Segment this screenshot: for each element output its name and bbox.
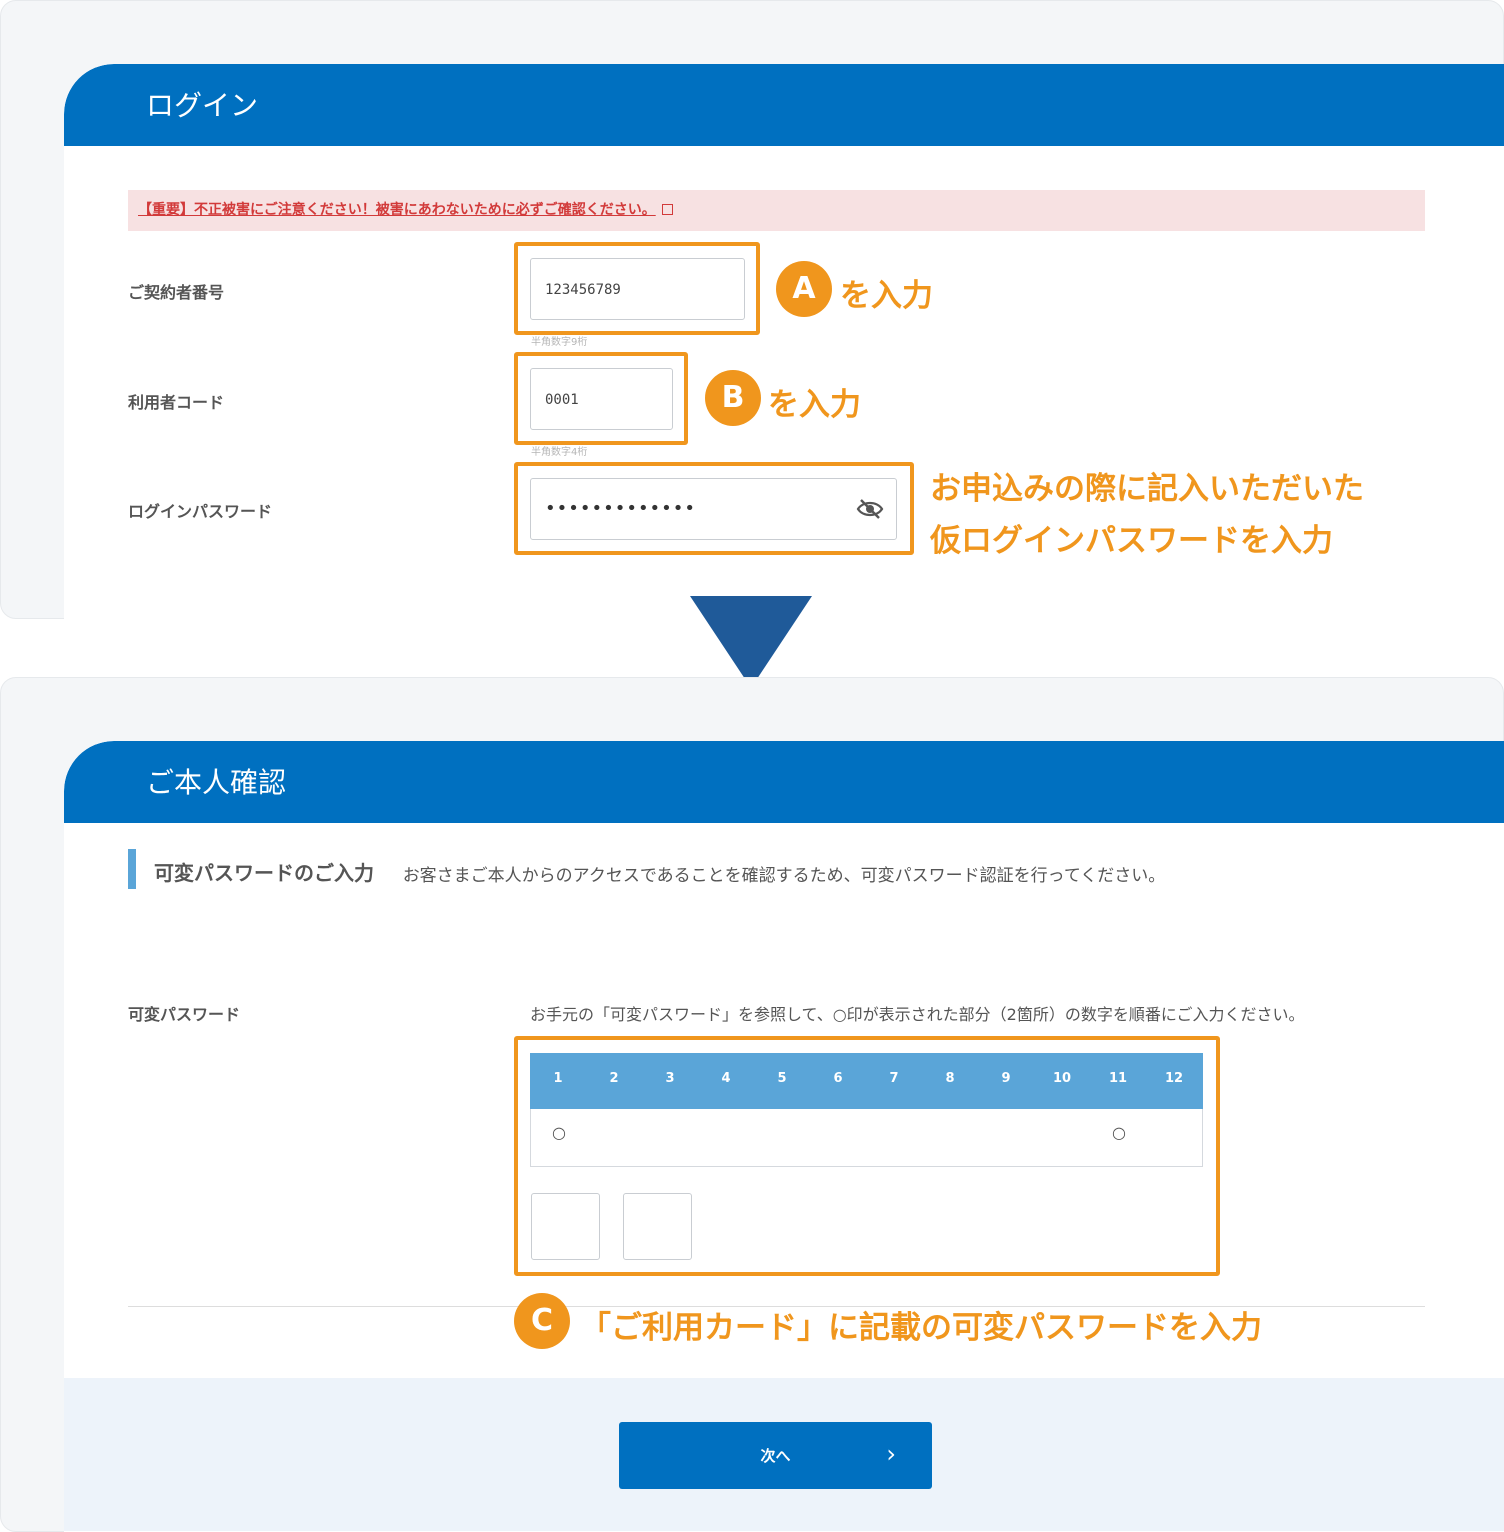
highlight-password <box>514 462 914 555</box>
variable-password-instructions: お手元の「可変パスワード」を参照して、○印が表示された部分（2箇所）の数字を順番… <box>530 1005 1305 1024</box>
next-button-label: 次へ <box>760 1447 791 1465</box>
chevron-right-icon: › <box>886 1440 896 1468</box>
annotation-c-text: 「ご利用カード」に記載の可変パスワードを入力 <box>580 1310 1262 1346</box>
login-header: ログイン <box>64 64 1504 146</box>
annotation-password-line1: お申込みの際に記入いただいた <box>930 471 1364 507</box>
security-notice-link[interactable]: 【重要】不正被害にご注意ください！被害にあわないために必ずご確認ください。 <box>128 190 1425 231</box>
section-title: 可変パスワードのご入力 <box>154 861 374 885</box>
user-code-label: 利用者コード <box>128 393 225 412</box>
badge-a: A <box>776 261 832 317</box>
highlight-a <box>514 242 760 335</box>
contract-number-label: ご契約者番号 <box>128 283 225 302</box>
annotation-password-line2: 仮ログインパスワードを入力 <box>930 523 1333 559</box>
variable-password-label: 可変パスワード <box>128 1005 241 1024</box>
user-code-hint: 半角数字4桁 <box>531 447 588 458</box>
verify-title: ご本人確認 <box>146 766 287 799</box>
verify-footer: 次へ › <box>64 1378 1504 1531</box>
security-notice-text: 【重要】不正被害にご注意ください！被害にあわないために必ずご確認ください。 <box>138 202 656 218</box>
section-accent-bar <box>128 849 136 889</box>
badge-b: B <box>705 370 761 426</box>
highlight-b <box>514 352 688 445</box>
annotation-a-text: を入力 <box>840 278 933 314</box>
verify-header: ご本人確認 <box>64 741 1504 823</box>
contract-number-hint: 半角数字9桁 <box>531 337 588 348</box>
annotation-b-text: を入力 <box>768 387 861 423</box>
next-button[interactable]: 次へ › <box>619 1422 932 1489</box>
flow-arrow-down-icon <box>690 596 812 688</box>
highlight-variable-password <box>514 1036 1220 1276</box>
external-link-icon <box>661 204 673 215</box>
badge-c: C <box>514 1293 570 1349</box>
login-title: ログイン <box>146 89 259 122</box>
login-password-label: ログインパスワード <box>128 502 273 521</box>
